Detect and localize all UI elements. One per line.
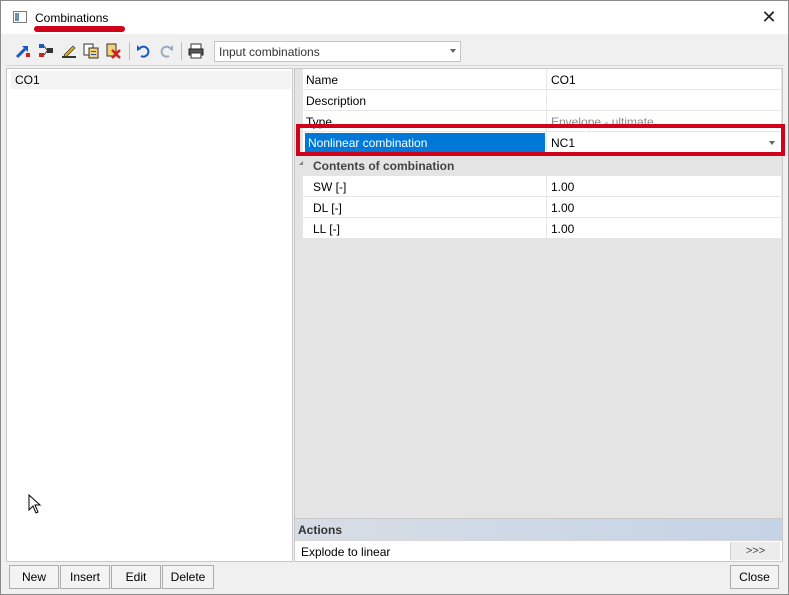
property-row-nonlinear[interactable]: Nonlinear combination NC1 (303, 132, 781, 153)
insert-button[interactable]: Insert (60, 565, 110, 589)
property-row-description[interactable]: Description (303, 90, 781, 111)
action-label: Explode to linear (301, 545, 391, 559)
app-icon (13, 11, 27, 23)
close-icon[interactable]: ✕ (757, 5, 781, 29)
toolbar-separator (181, 42, 182, 60)
properties-panel: Name CO1 Description Type Envelope - ult… (294, 68, 783, 562)
property-label: Type (306, 115, 333, 129)
table-row[interactable]: SW [-] 1.00 (303, 176, 781, 197)
contents-group-header[interactable]: Contents of combination (295, 156, 782, 176)
property-label: Name (306, 73, 339, 87)
delete-button[interactable]: Delete (162, 565, 214, 589)
property-label: Nonlinear combination (305, 133, 545, 152)
combination-filter-value: Input combinations (219, 45, 320, 59)
nonlinear-combination-value: NC1 (551, 136, 576, 150)
list-item[interactable]: CO1 (11, 71, 291, 89)
title-annotation-underline (34, 26, 125, 32)
explode-to-linear-button[interactable]: >>> (730, 542, 780, 560)
name-field[interactable]: CO1 (546, 69, 781, 90)
property-row-name[interactable]: Name CO1 (303, 69, 781, 90)
combination-list: CO1 (6, 68, 293, 562)
chevron-down-icon (769, 141, 775, 145)
table-row[interactable]: DL [-] 1.00 (303, 197, 781, 218)
actions-title: Actions (298, 523, 343, 537)
combination-filter-select[interactable]: Input combinations (214, 41, 461, 62)
type-field: Envelope - ultimate (546, 111, 781, 132)
coefficient-field[interactable]: 1.00 (546, 197, 781, 218)
split-icon[interactable] (36, 41, 56, 61)
group-title: Contents of combination (313, 159, 455, 173)
print-icon[interactable] (186, 41, 206, 61)
copy-icon[interactable] (81, 41, 101, 61)
redo-icon[interactable] (156, 41, 176, 61)
undo-icon[interactable] (134, 41, 154, 61)
description-field[interactable] (546, 90, 781, 111)
coefficient-field[interactable]: 1.00 (546, 218, 781, 239)
close-button[interactable]: Close (730, 565, 779, 589)
property-row-type[interactable]: Type Envelope - ultimate (303, 111, 781, 132)
action-row-explode[interactable]: Explode to linear >>> (295, 540, 782, 561)
delete-icon[interactable] (103, 41, 123, 61)
mouse-cursor-icon (28, 493, 42, 517)
new-combination-icon[interactable] (13, 41, 33, 61)
edit-icon[interactable] (59, 41, 79, 61)
edit-button[interactable]: Edit (111, 565, 161, 589)
property-label: Description (306, 94, 367, 108)
actions-header: Actions (295, 518, 782, 540)
toolbar: Input combinations (5, 36, 784, 66)
nonlinear-combination-select[interactable]: NC1 (546, 132, 781, 153)
property-label: SW [-] (313, 180, 347, 194)
coefficient-field[interactable]: 1.00 (546, 176, 781, 197)
property-label: LL [-] (313, 222, 340, 236)
chevron-down-icon (450, 49, 456, 53)
toolbar-separator (129, 42, 130, 60)
combinations-window: Combinations ✕ Input combinations CO1 Na… (0, 0, 789, 595)
collapse-triangle-icon[interactable] (299, 161, 303, 165)
window-title: Combinations (35, 11, 109, 25)
new-button[interactable]: New (9, 565, 59, 589)
property-label: DL [-] (313, 201, 342, 215)
title-bar: Combinations ✕ (1, 1, 788, 34)
table-row[interactable]: LL [-] 1.00 (303, 218, 781, 239)
